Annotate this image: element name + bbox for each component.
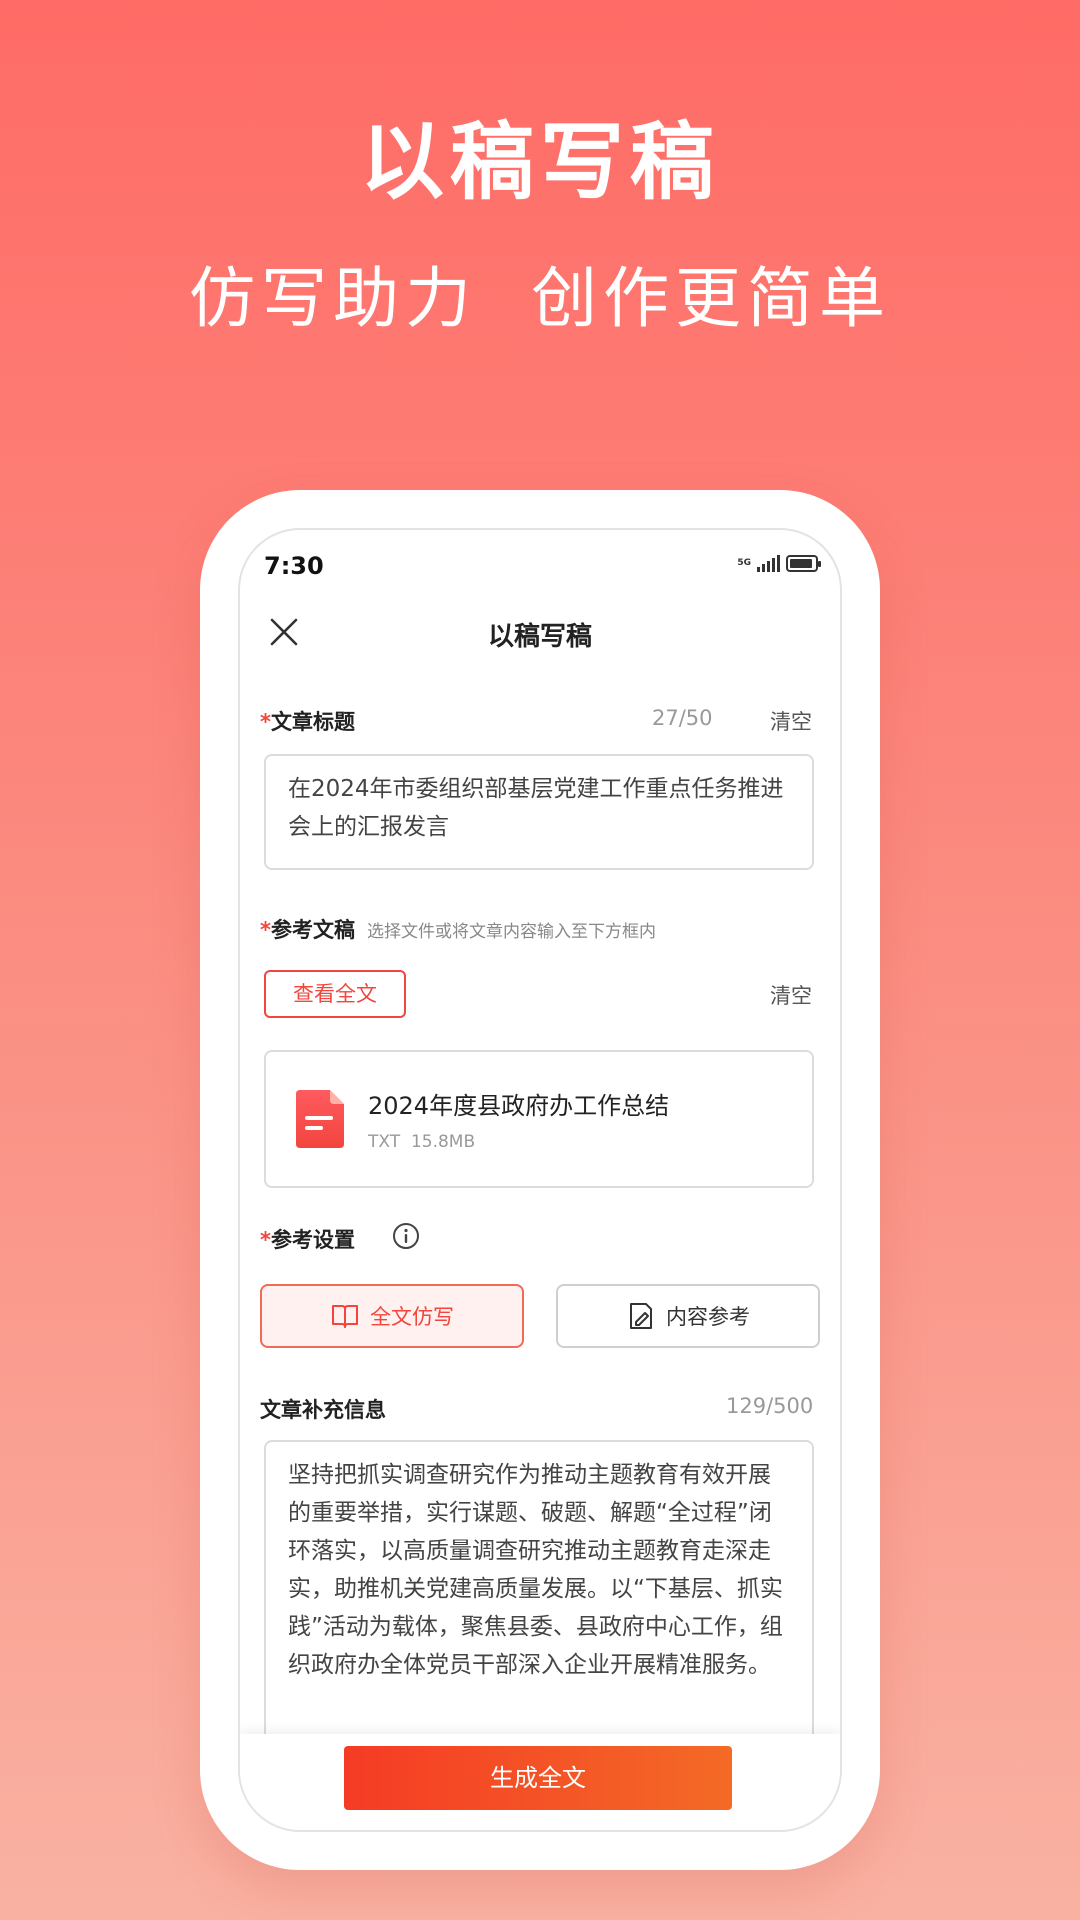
status-time: 7:30 <box>264 552 324 580</box>
edit-doc-icon <box>630 1303 652 1329</box>
status-bar: 7:30 5G <box>240 530 840 602</box>
option-full-imitation-button[interactable]: 全文仿写 <box>260 1284 524 1348</box>
article-title-count: 27/50 <box>652 706 713 730</box>
reference-file-card[interactable]: 2024年度县政府办工作总结 TXT 15.8MB <box>264 1050 814 1188</box>
required-mark: * <box>260 1228 271 1252</box>
hero-title: 以稿写稿 <box>359 113 720 211</box>
option-content-reference-button[interactable]: 内容参考 <box>556 1284 820 1348</box>
settings-label: *参考设置 <box>260 1224 355 1254</box>
article-title-input[interactable]: 在2024年市委组织部基层党建工作重点任务推进会上的汇报发言 <box>264 754 814 870</box>
file-type: TXT <box>368 1132 401 1152</box>
reference-hint: 选择文件或将文章内容输入至下方框内 <box>366 922 656 942</box>
status-icons: 5G <box>737 554 821 572</box>
hero-subtitle: 仿写助力 创作更简单 <box>189 260 891 337</box>
phone-frame: 7:30 5G 以稿写稿 *文章标题 27/50 清空 在2024年市委组织部基… <box>200 490 880 1870</box>
battery-icon <box>786 554 821 572</box>
article-title-label: *文章标题 <box>260 706 355 736</box>
reference-label-text: 参考文稿 <box>270 918 355 942</box>
file-size: 15.8MB <box>410 1132 476 1152</box>
supplement-input[interactable]: 坚持把抓实调查研究作为推动主题教育有效开展的重要举措，实行谋题、破题、解题“全过… <box>264 1440 814 1760</box>
supplement-label: 文章补充信息 <box>260 1398 386 1422</box>
book-icon <box>332 1305 358 1328</box>
article-title-clear-button[interactable]: 清空 <box>770 706 812 736</box>
article-title-label-text: 文章标题 <box>270 710 355 734</box>
phone-screen: 7:30 5G 以稿写稿 *文章标题 27/50 清空 在2024年市委组织部基… <box>238 528 842 1832</box>
reference-clear-button[interactable]: 清空 <box>770 980 812 1010</box>
option-content-reference-label: 内容参考 <box>666 1305 750 1329</box>
option-full-imitation-label: 全文仿写 <box>370 1305 454 1329</box>
supplement-count: 129/500 <box>726 1394 814 1418</box>
close-icon[interactable] <box>264 612 304 652</box>
signal-icon <box>757 554 780 572</box>
required-mark: * <box>260 710 271 734</box>
required-mark: * <box>260 918 271 942</box>
settings-label-text: 参考设置 <box>270 1228 355 1252</box>
page-title: 以稿写稿 <box>487 622 592 652</box>
file-meta: TXT 15.8MB <box>368 1132 475 1152</box>
network-label: 5G <box>737 557 751 568</box>
generate-button[interactable]: 生成全文 <box>344 1746 732 1810</box>
file-name: 2024年度县政府办工作总结 <box>368 1092 670 1120</box>
nav-bar: 以稿写稿 <box>240 602 840 662</box>
document-icon <box>296 1090 344 1148</box>
bottom-bar: 生成全文 <box>240 1734 840 1830</box>
info-icon[interactable] <box>392 1222 420 1250</box>
reference-label: *参考文稿 选择文件或将文章内容输入至下方框内 <box>260 914 656 944</box>
view-full-text-button[interactable]: 查看全文 <box>264 970 406 1018</box>
